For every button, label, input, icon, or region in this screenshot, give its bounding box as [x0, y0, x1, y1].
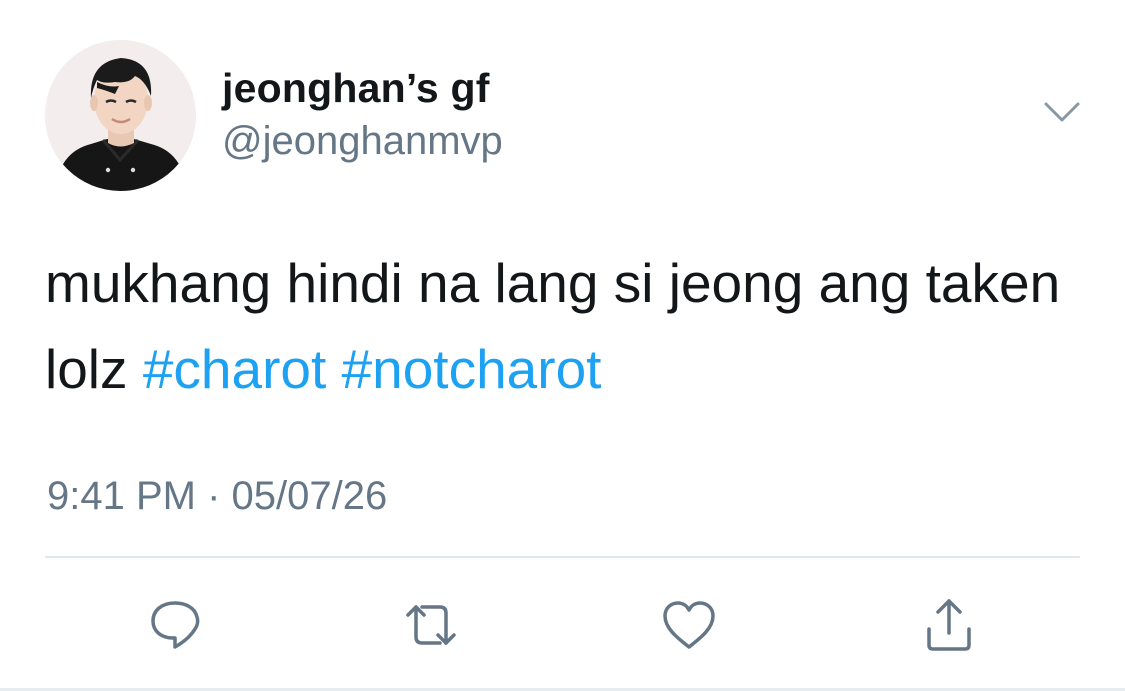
- reply-button[interactable]: [140, 590, 210, 660]
- tweet-text: mukhang hindi na lang si jeong ang taken…: [45, 240, 1085, 412]
- chevron-down-icon[interactable]: [1040, 96, 1084, 132]
- action-bar: [0, 590, 1125, 660]
- divider: [45, 556, 1080, 558]
- display-name[interactable]: jeonghan’s gf: [222, 62, 490, 114]
- reply-icon: [151, 601, 200, 649]
- hashtag-charot[interactable]: #charot: [143, 338, 326, 400]
- share-icon: [927, 599, 971, 651]
- avatar-photo: [45, 40, 196, 191]
- user-handle[interactable]: @jeonghanmvp: [222, 116, 503, 166]
- tweet-date: 05/07/26: [231, 474, 388, 518]
- tweet-time: 9:41 PM: [47, 474, 196, 518]
- avatar[interactable]: [45, 40, 196, 191]
- like-button[interactable]: [654, 590, 724, 660]
- share-button[interactable]: [914, 590, 984, 660]
- tweet-card: jeonghan’s gf @jeonghanmvp mukhang hindi…: [0, 0, 1125, 691]
- hashtag-notcharot[interactable]: #notcharot: [342, 338, 602, 400]
- retweet-button[interactable]: [396, 590, 466, 660]
- tweet-timestamp[interactable]: 9:41 PM · 05/07/26: [47, 470, 387, 522]
- heart-icon: [663, 601, 715, 649]
- retweet-icon: [406, 605, 456, 645]
- timestamp-separator: ·: [207, 474, 221, 518]
